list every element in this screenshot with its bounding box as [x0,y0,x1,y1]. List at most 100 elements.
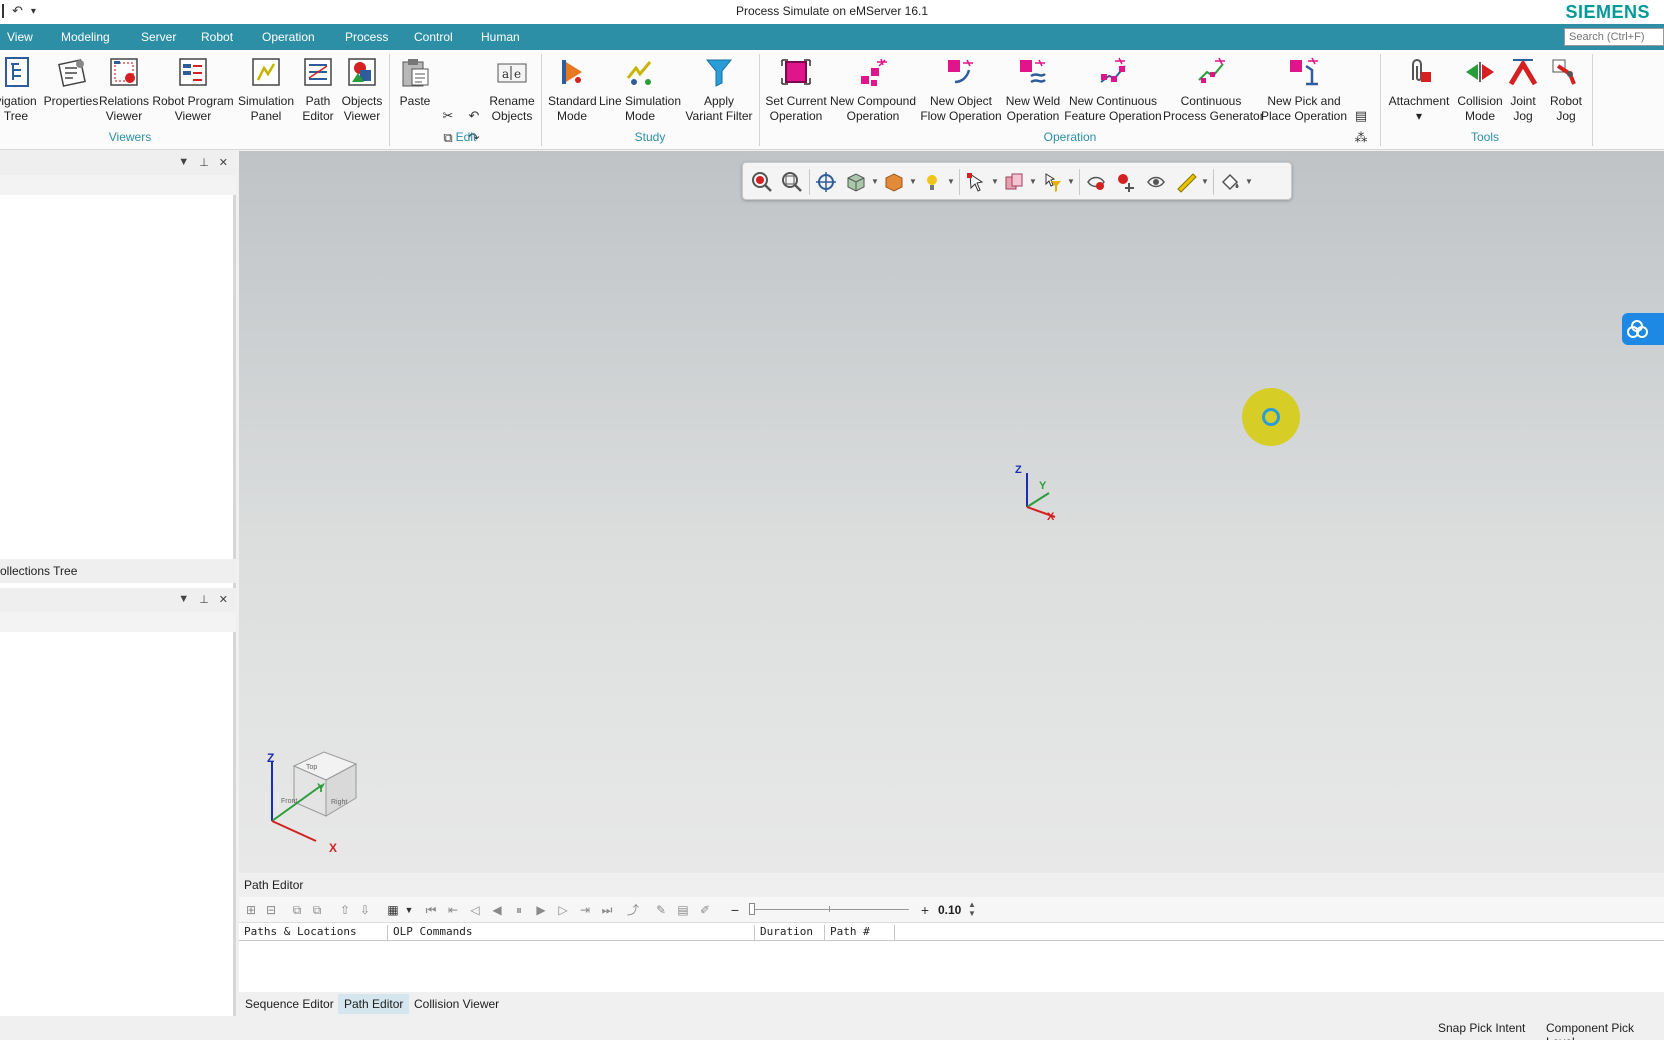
play-backward-icon[interactable]: ◀ [489,902,505,918]
relations-viewer-button[interactable]: Relations Viewer [99,56,149,124]
speed-spinner-icon[interactable]: ▲ ▼ [968,900,976,918]
new-continuous-feature-operation-button[interactable]: New Continuous Feature Operation [1063,56,1163,124]
navigation-tree-button[interactable]: vigation Tree [0,56,40,124]
tab-server[interactable]: Server [141,30,176,44]
customize-columns-dropdown-icon[interactable]: ▼ [401,902,417,918]
filter-pick-dropdown-icon[interactable]: ▼ [1067,177,1075,186]
pin-icon[interactable]: ⊥ [199,156,209,169]
cube-face-right[interactable]: Right [331,799,347,806]
attachment-button[interactable]: Attachment ▾ [1386,56,1452,124]
apply-variant-filter-button[interactable]: Apply Variant Filter [684,56,754,124]
pane-dropdown-icon[interactable]: ▼ [178,156,189,169]
robot-program-viewer-button[interactable]: Robot Program Viewer [152,56,234,124]
collections-tree-tab[interactable]: ollections Tree [0,559,236,583]
speed-decrease-icon[interactable]: − [727,902,743,918]
speed-value[interactable]: 0.10 [938,903,961,917]
zoom-to-fit-icon[interactable] [751,171,773,193]
jump-to-previous-icon[interactable]: ⇤ [445,902,461,918]
new-pick-and-place-operation-button[interactable]: New Pick and Place Operation [1260,56,1348,124]
speed-slider[interactable] [749,903,909,915]
column-duration[interactable]: Duration [755,925,825,941]
pick-center-icon[interactable] [815,171,837,193]
light-icon[interactable] [921,171,943,193]
new-object-flow-operation-button[interactable]: New Object Flow Operation [918,56,1004,124]
simulation-panel-button[interactable]: Simulation Panel [236,56,296,124]
rendering-style-dropdown-icon[interactable]: ▼ [909,177,917,186]
measurement-icon[interactable] [1175,171,1197,193]
jump-to-end-icon[interactable]: ⏭ [599,902,615,918]
set-current-operation-button[interactable]: Set Current Operation [762,56,830,124]
pause-icon[interactable]: ⏸ [511,902,527,918]
set-locations-icon[interactable]: ▤ [675,902,691,918]
display-only-icon[interactable] [1145,171,1167,193]
customize-columns-icon[interactable]: ▦ [385,902,401,918]
light-dropdown-icon[interactable]: ▼ [947,177,955,186]
move-up-icon[interactable]: ⇧ [337,902,353,918]
operation-tree-icon[interactable]: ▤ [1353,108,1369,124]
tab-path-editor[interactable]: Path Editor [338,994,410,1014]
joint-jog-button[interactable]: Joint Jog [1505,56,1541,124]
tab-robot[interactable]: Robot [201,30,233,44]
close-icon[interactable]: ✕ [219,156,228,169]
new-compound-operation-button[interactable]: New Compound Operation [829,56,917,124]
rename-objects-button[interactable]: ae Rename Objects [488,56,536,124]
measurement-dropdown-icon[interactable]: ▼ [1201,177,1209,186]
line-simulation-mode-button[interactable]: Line Simulation Mode [598,56,682,124]
tab-control[interactable]: Control [414,30,453,44]
snap-pick-intent[interactable]: Snap Pick Intent [1438,1021,1525,1035]
paint-color-dropdown-icon[interactable]: ▼ [1245,177,1253,186]
tab-view[interactable]: View [7,30,33,44]
move-down-icon[interactable]: ⇩ [357,902,373,918]
paint-color-icon[interactable] [1219,171,1241,193]
view-orientation-icon[interactable] [845,171,867,193]
properties-button[interactable]: Properties [42,56,100,109]
path-editor-button[interactable]: Path Editor [298,56,338,124]
jump-to-start-icon[interactable]: ⏮ [423,902,439,918]
column-path-number[interactable]: Path # [825,925,895,941]
tab-collision-viewer[interactable]: Collision Viewer [408,994,505,1014]
view-orientation-dropdown-icon[interactable]: ▼ [871,177,879,186]
tab-operation[interactable]: Operation [262,30,315,44]
search-input[interactable] [1564,28,1664,46]
play-forward-icon[interactable]: ▶ [533,902,549,918]
selection-pick-icon[interactable] [965,171,987,193]
tab-sequence-editor[interactable]: Sequence Editor [239,994,340,1014]
tab-human[interactable]: Human [481,30,520,44]
remove-operation-icon[interactable]: ⊟ [263,902,279,918]
pane-dropdown-icon[interactable]: ▼ [178,593,189,606]
section-view-dropdown-icon[interactable]: ▼ [1029,177,1037,186]
graphic-viewer[interactable]: Z Y X Z Y X Top Front Right [239,151,1664,873]
column-olp-commands[interactable]: OLP Commands [388,925,755,941]
teach-icon[interactable]: ✎ [653,902,669,918]
edit-locations-icon[interactable]: ✐ [697,902,713,918]
standard-mode-button[interactable]: Standard Mode [548,56,597,124]
undo-small-icon[interactable]: ↶ [466,108,482,124]
cube-face-top[interactable]: Top [306,764,317,771]
pin-icon[interactable]: ⊥ [199,593,209,606]
tab-process[interactable]: Process [345,30,388,44]
filter-pick-icon[interactable] [1041,171,1063,193]
jump-to-next-icon[interactable]: ⇥ [577,902,593,918]
add-operation-icon[interactable]: ⊞ [243,902,259,918]
section-view-icon[interactable] [1003,171,1025,193]
operation-settings-icon[interactable]: ⁂ [1353,130,1369,146]
step-forward-icon[interactable]: ▷ [555,902,571,918]
side-assistant-button[interactable] [1622,313,1664,345]
select-hide-icon[interactable] [1085,171,1107,193]
speed-slider-thumb[interactable] [749,903,755,915]
component-pick-level[interactable]: Component Pick Level [1546,1021,1664,1040]
add-location-icon[interactable]: ⧉ [289,902,305,918]
zoom-to-selection-icon[interactable] [781,171,803,193]
paste-button[interactable]: Paste [397,56,433,109]
selection-pick-dropdown-icon[interactable]: ▼ [991,177,999,186]
jump-to-location-icon[interactable]: ⤴ [625,902,641,918]
robot-jog-button[interactable]: Robot Jog [1546,56,1586,124]
continuous-process-generator-button[interactable]: Continuous Process Generator [1163,56,1264,124]
move-object-icon[interactable] [1115,171,1137,193]
objects-viewer-button[interactable]: Objects Viewer [340,56,384,124]
tab-modeling[interactable]: Modeling [61,30,110,44]
cube-face-front[interactable]: Front [281,798,297,805]
speed-increase-icon[interactable]: + [917,902,933,918]
column-paths-locations[interactable]: Paths & Locations [239,925,388,941]
close-icon[interactable]: ✕ [219,593,228,606]
